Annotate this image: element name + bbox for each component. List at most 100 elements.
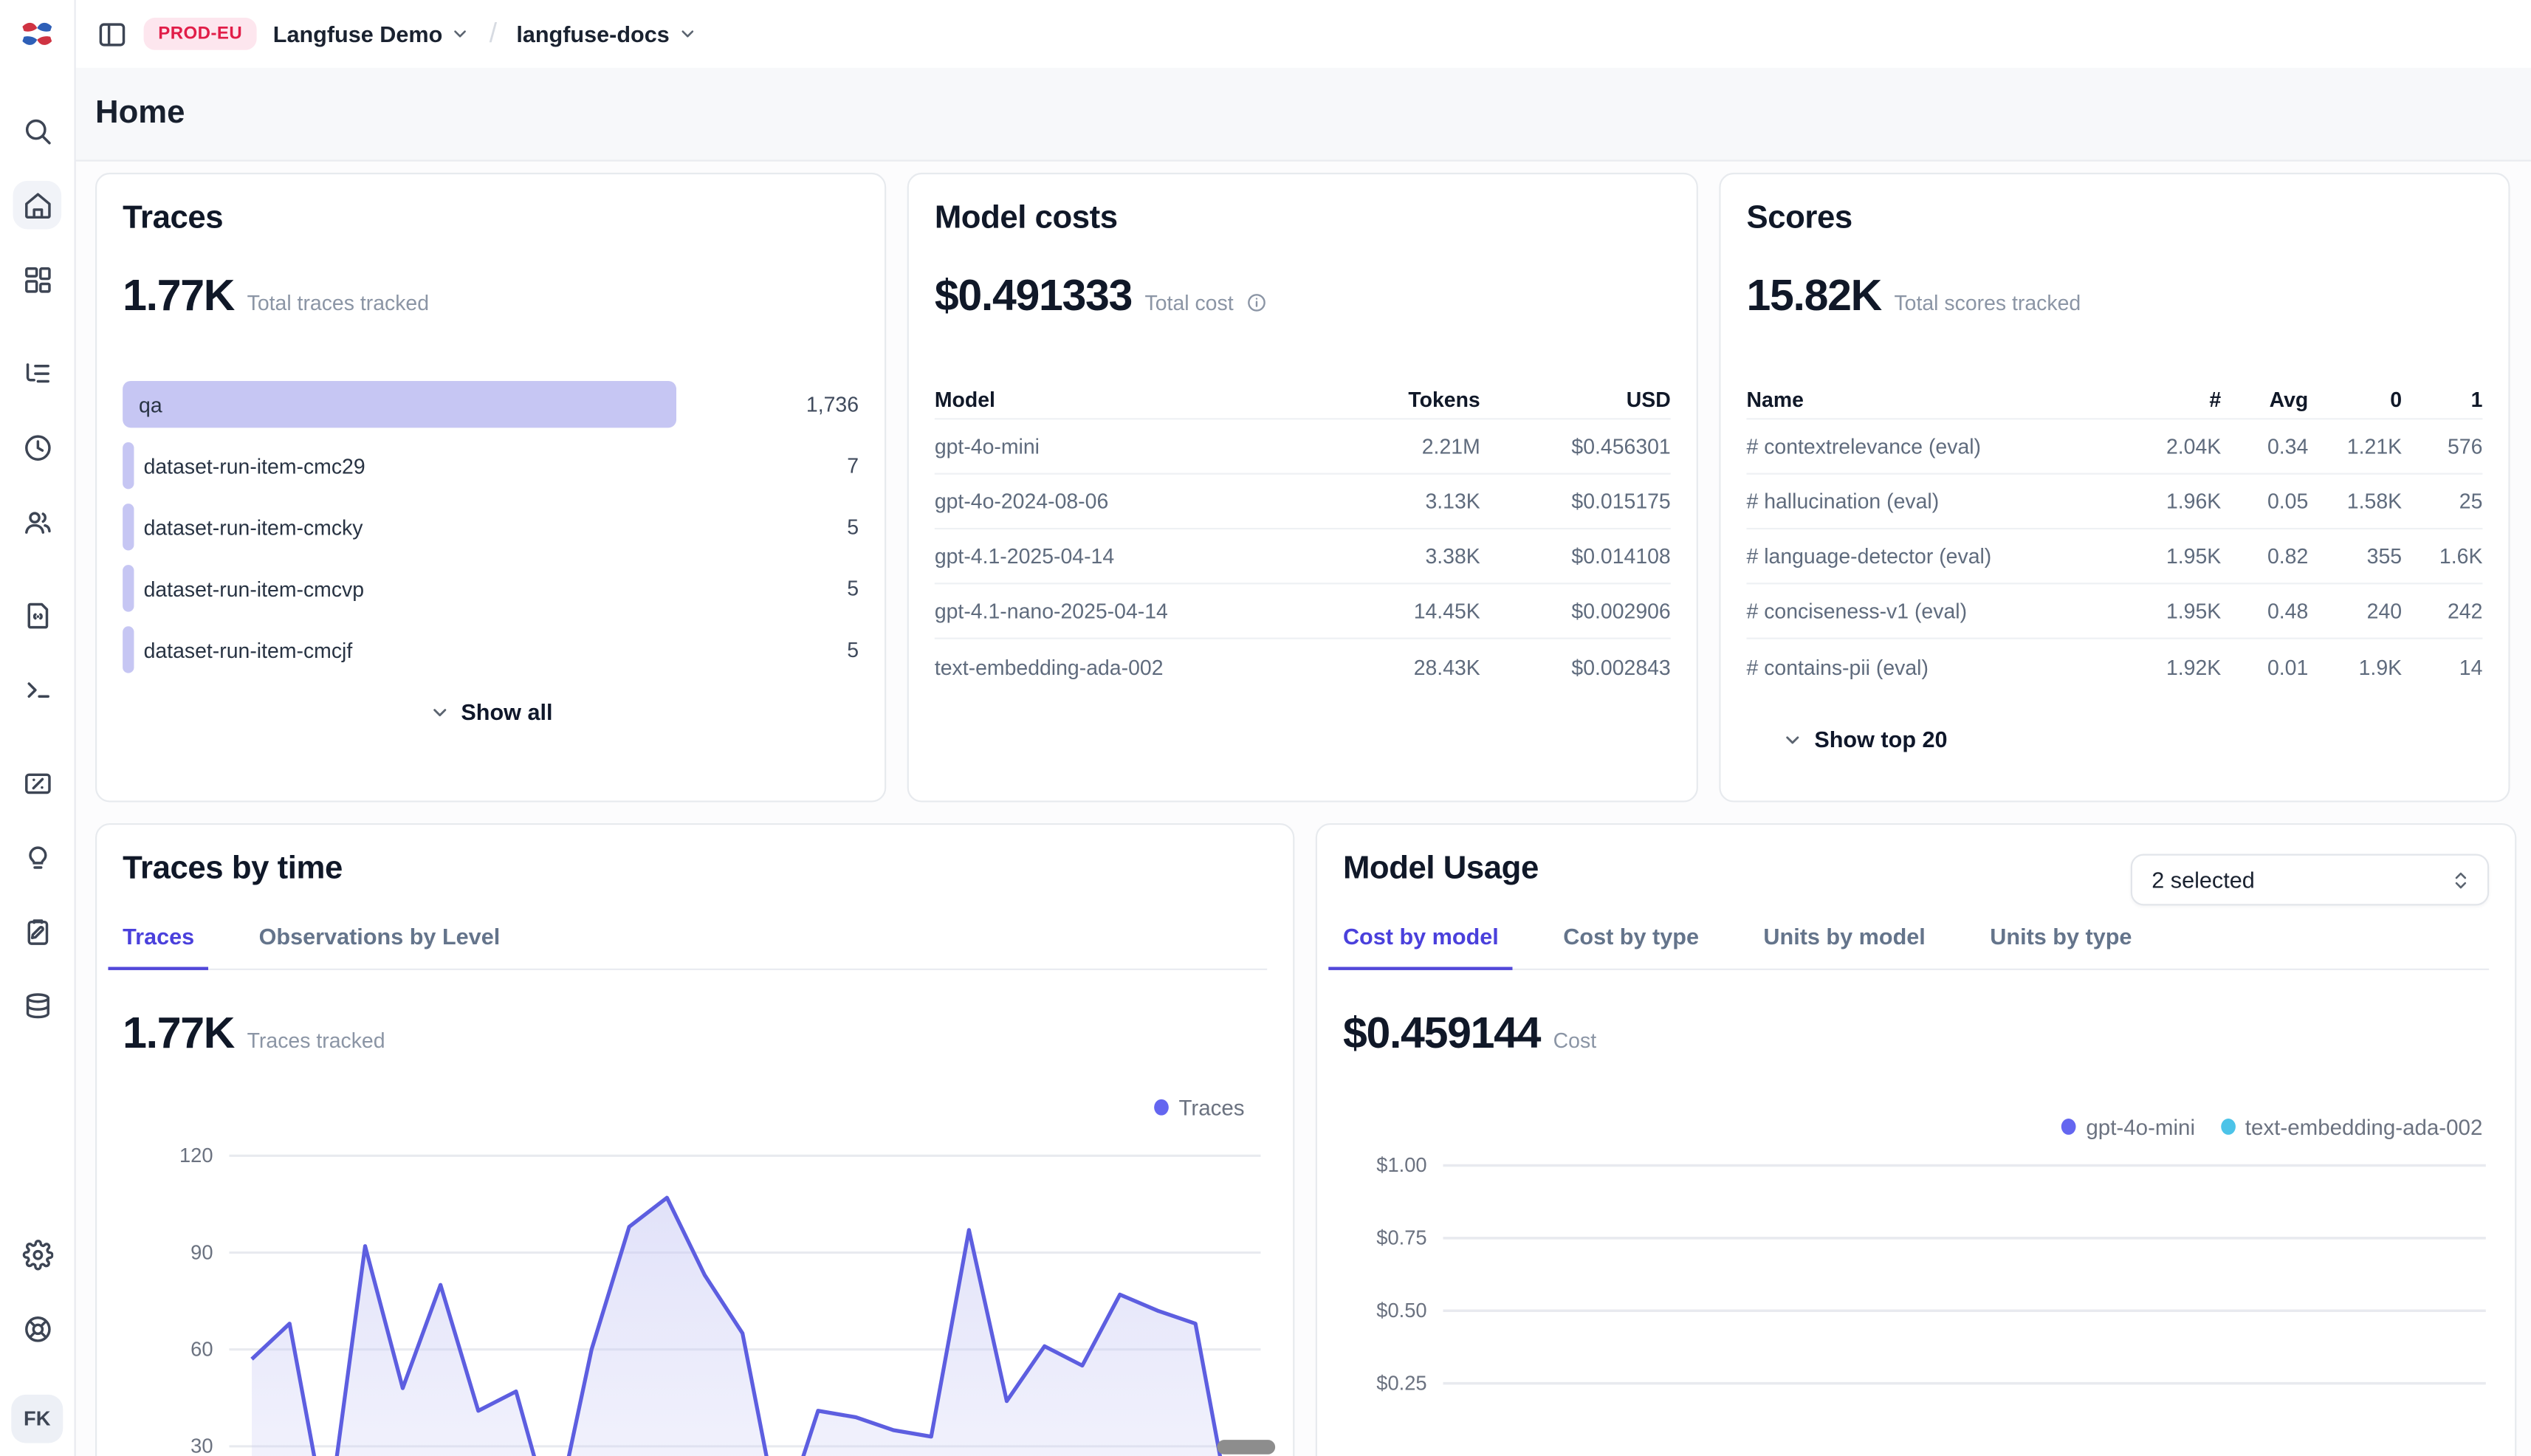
trace-bar (123, 565, 134, 611)
traces-list: qa 1,736 dataset-run-item-cmc29 7 datase… (123, 381, 859, 673)
scores-total-label: Total scores tracked (1894, 291, 2081, 315)
traces-card: Traces 1.77K Total traces tracked qa 1,7… (95, 173, 886, 803)
legend-label: text-embedding-ada-002 (2245, 1115, 2483, 1139)
column-header: Avg (2221, 387, 2308, 411)
svg-text:$0.75: $0.75 (1376, 1226, 1426, 1249)
model-usage-card: Model Usage 2 selected Cost by model Cos… (1316, 823, 2517, 1456)
table-row[interactable]: # conciseness-v1 (eval)1.95K0.48240242 (1746, 584, 2482, 639)
traces-by-time-title: Traces by time (123, 851, 1267, 887)
chevron-down-icon (429, 701, 450, 722)
chevrons-up-down-icon (2451, 869, 2471, 890)
svg-text:120: 120 (179, 1144, 213, 1167)
cost-label: Cost (1553, 1029, 1596, 1053)
table-row[interactable]: gpt-4o-2024-08-063.13K$0.015175 (935, 475, 1671, 529)
sessions-icon[interactable] (13, 423, 61, 472)
datasets-icon[interactable] (13, 981, 61, 1030)
langfuse-logo-icon[interactable] (19, 18, 55, 50)
playground-icon[interactable] (13, 665, 61, 714)
traces-total: 1.77K (123, 271, 234, 321)
tabs-underline (123, 968, 1267, 970)
svg-text:$0.50: $0.50 (1376, 1299, 1426, 1322)
chart-legend: gpt-4o-mini text-embedding-ada-002 (1343, 1108, 2489, 1146)
list-item[interactable]: dataset-run-item-cmcky 5 (123, 504, 859, 550)
column-header: # (2127, 387, 2221, 411)
scores-card: Scores 15.82K Total scores tracked Name … (1719, 173, 2510, 803)
org-switcher[interactable]: Langfuse Demo (273, 21, 470, 47)
trace-count: 7 (759, 453, 859, 478)
legend-dot-gpt-4o-mini (2062, 1119, 2077, 1135)
traces-tracked-value: 1.77K (123, 1009, 234, 1059)
table-row[interactable]: gpt-4.1-2025-04-143.38K$0.014108 (935, 529, 1671, 584)
llm-judge-icon[interactable] (13, 833, 61, 882)
tab-units-by-model[interactable]: Units by model (1763, 924, 1925, 970)
page-title: Home (95, 95, 185, 132)
column-header: USD (1480, 387, 1671, 411)
scores-table: Name # Avg 0 1 # contextrelevance (eval)… (1746, 380, 2482, 694)
scores-title: Scores (1746, 200, 2482, 237)
column-header: 0 (2308, 387, 2402, 411)
list-item[interactable]: dataset-run-item-cmcvp 5 (123, 565, 859, 611)
legend-label: Traces (1178, 1095, 1244, 1119)
tab-cost-by-type[interactable]: Cost by type (1563, 924, 1699, 970)
home-icon[interactable] (13, 181, 61, 230)
table-row[interactable]: # contextrelevance (eval)2.04K0.341.21K5… (1746, 419, 2482, 474)
org-name: Langfuse Demo (273, 21, 443, 47)
user-avatar[interactable]: FK (11, 1395, 63, 1443)
table-row[interactable]: text-embedding-ada-00228.43K$0.002843 (935, 639, 1671, 694)
trace-bar (123, 626, 134, 673)
cost-line-chart[interactable]: $1.00 $0.75 $0.50 $0.25 (1343, 1146, 2489, 1456)
traces-tracked-label: Traces tracked (247, 1029, 385, 1053)
column-header: Tokens (1327, 387, 1480, 411)
svg-text:$1.00: $1.00 (1376, 1153, 1426, 1176)
trace-name: qa (139, 392, 162, 416)
app-root: FK PROD-EU Langfuse Demo / langfuse-docs… (0, 0, 2531, 1456)
table-row[interactable]: gpt-4.1-nano-2025-04-1414.45K$0.002906 (935, 584, 1671, 639)
svg-text:30: 30 (190, 1435, 213, 1456)
table-row[interactable]: # language-detector (eval)1.95K0.823551.… (1746, 529, 2482, 584)
show-all-button[interactable]: Show all (123, 699, 859, 725)
sidebar: FK (0, 0, 76, 1456)
tab-units-by-type[interactable]: Units by type (1990, 924, 2132, 970)
users-icon[interactable] (13, 497, 61, 546)
sidebar-toggle-icon[interactable] (97, 18, 128, 49)
trace-name: dataset-run-item-cmcvp (144, 576, 365, 600)
project-switcher[interactable]: langfuse-docs (516, 21, 697, 47)
show-top-20-button[interactable]: Show top 20 (1782, 727, 2483, 752)
cost-value: $0.459144 (1343, 1009, 1540, 1059)
traces-area-chart[interactable]: 120906030 (123, 1127, 1267, 1456)
tab-cost-by-model[interactable]: Cost by model (1343, 924, 1499, 970)
svg-text:$0.25: $0.25 (1376, 1371, 1426, 1394)
prompts-icon[interactable] (13, 591, 61, 639)
support-lifebuoy-icon[interactable] (13, 1304, 61, 1353)
list-item[interactable]: qa 1,736 (123, 381, 859, 427)
list-item[interactable]: dataset-run-item-cmcjf 5 (123, 626, 859, 673)
settings-gear-icon[interactable] (13, 1230, 61, 1279)
show-top-20-label: Show top 20 (1814, 727, 1947, 752)
trace-count: 1,736 (759, 392, 859, 416)
tracing-icon[interactable] (13, 348, 61, 397)
column-header: Model (935, 387, 1327, 411)
search-icon[interactable] (13, 106, 61, 155)
horizontal-scrollbar-thumb[interactable] (1217, 1440, 1275, 1455)
trace-name: dataset-run-item-cmcky (144, 515, 363, 539)
model-costs-title: Model costs (935, 200, 1671, 237)
trace-bar (123, 442, 134, 489)
tab-traces[interactable]: Traces (123, 924, 194, 970)
trace-bar (123, 381, 676, 427)
info-icon[interactable] (1246, 292, 1267, 321)
env-badge: PROD-EU (144, 18, 257, 50)
annotation-icon[interactable] (13, 907, 61, 956)
dashboards-icon[interactable] (13, 255, 61, 303)
traces-by-time-card: Traces by time Traces Observations by Le… (95, 823, 1294, 1456)
table-row[interactable]: # contains-pii (eval)1.92K0.011.9K14 (1746, 639, 2482, 694)
evaluation-icon[interactable] (13, 759, 61, 808)
trace-count: 5 (759, 515, 859, 539)
model-select-value: 2 selected (2151, 867, 2255, 893)
project-name: langfuse-docs (516, 21, 669, 47)
tab-observations-by-level[interactable]: Observations by Level (259, 924, 501, 970)
list-item[interactable]: dataset-run-item-cmc29 7 (123, 442, 859, 489)
model-select-dropdown[interactable]: 2 selected (2131, 854, 2489, 906)
table-row[interactable]: gpt-4o-mini2.21M$0.456301 (935, 419, 1671, 474)
table-row[interactable]: # hallucination (eval)1.96K0.051.58K25 (1746, 475, 2482, 529)
column-header: 1 (2402, 387, 2482, 411)
